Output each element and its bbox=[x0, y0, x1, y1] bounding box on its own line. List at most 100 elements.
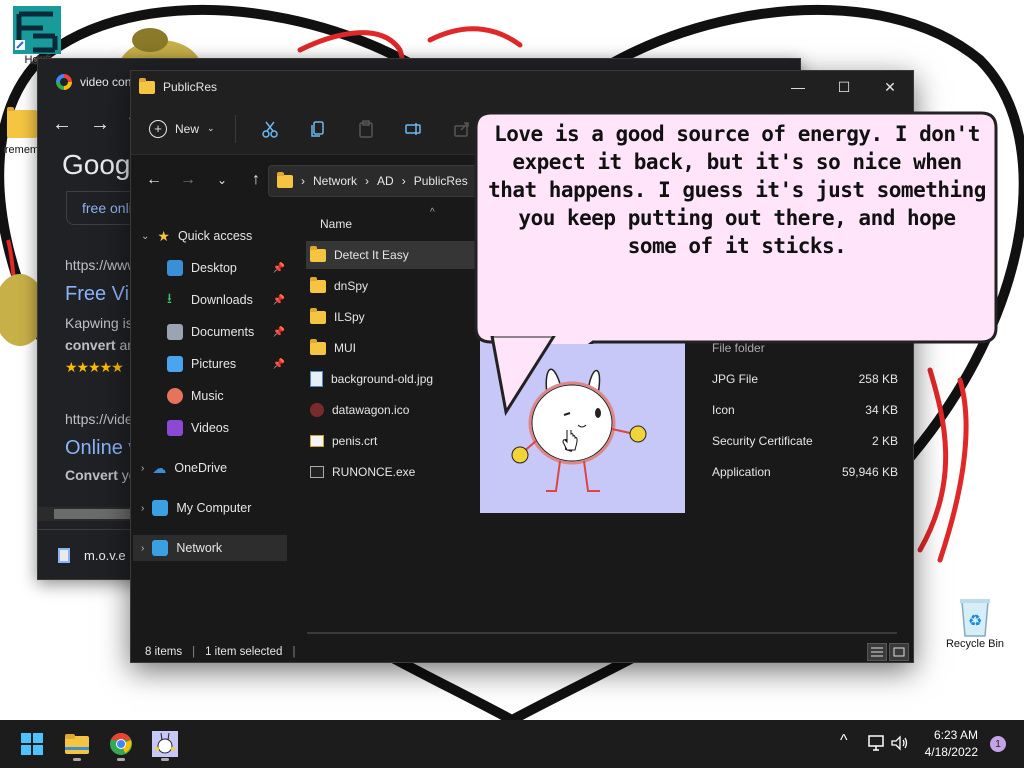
bubble-line: you keep putting out there, and hope bbox=[518, 206, 956, 230]
google-logo: Goog bbox=[62, 149, 131, 180]
breadcrumb-item[interactable]: Network bbox=[313, 174, 357, 188]
breadcrumb-separator: › bbox=[401, 174, 406, 188]
rename-icon[interactable] bbox=[400, 115, 428, 143]
file-row[interactable]: Detect It Easy bbox=[306, 241, 476, 269]
plus-icon: + bbox=[149, 119, 167, 138]
nav-videos[interactable]: Videos bbox=[167, 415, 285, 441]
pane-divider bbox=[307, 632, 897, 634]
taskbar-bunny-app[interactable] bbox=[147, 726, 183, 762]
nav-onedrive[interactable]: › ☁ OneDrive bbox=[141, 455, 281, 481]
bubble-line: Love is a good source of energy. I don't bbox=[494, 122, 980, 146]
taskbar-file-explorer[interactable] bbox=[59, 726, 95, 762]
maximize-icon[interactable]: ☐ bbox=[821, 71, 867, 103]
nav-downloads[interactable]: ⭳ Downloads 📌 bbox=[167, 287, 285, 313]
tiles-view-icon[interactable] bbox=[889, 643, 909, 661]
speech-bubble-tail bbox=[490, 336, 556, 416]
file-row[interactable]: MUI bbox=[306, 334, 476, 362]
search-chip[interactable]: free onli bbox=[66, 191, 136, 225]
result-link[interactable]: Online v bbox=[65, 437, 138, 460]
nav-documents[interactable]: Documents 📌 bbox=[167, 319, 285, 345]
share-icon[interactable] bbox=[448, 115, 476, 143]
volume-icon[interactable] bbox=[891, 735, 909, 751]
cloud-icon: ☁ bbox=[152, 459, 167, 476]
clock-time: 6:23 AM bbox=[933, 728, 978, 742]
running-indicator bbox=[73, 758, 81, 761]
status-divider: | bbox=[292, 646, 296, 658]
back-arrow-icon[interactable]: ← bbox=[52, 113, 72, 136]
file-row[interactable]: dnSpy bbox=[306, 272, 476, 300]
start-button[interactable] bbox=[14, 726, 50, 762]
desktop-icon-howf[interactable]: Howf bbox=[8, 6, 66, 66]
chevron-down-icon[interactable]: ⌄ bbox=[211, 173, 233, 187]
column-header-name[interactable]: Name bbox=[320, 217, 352, 231]
folder-icon bbox=[65, 734, 89, 754]
up-arrow-icon[interactable]: ↑ bbox=[245, 171, 267, 189]
forward-arrow-icon[interactable]: → bbox=[90, 113, 110, 136]
file-type: Security Certificate bbox=[712, 434, 813, 448]
nav-label: Music bbox=[191, 389, 224, 403]
folder-icon bbox=[7, 107, 37, 138]
result-link[interactable]: Free Vi bbox=[65, 283, 129, 306]
pin-icon: 📌 bbox=[272, 294, 285, 306]
ico-file-icon bbox=[310, 403, 324, 417]
scrollbar-thumb[interactable] bbox=[54, 509, 130, 519]
horizontal-scrollbar[interactable] bbox=[38, 507, 130, 521]
chevron-right-icon[interactable]: › bbox=[141, 503, 144, 514]
window-title: PublicRes bbox=[163, 80, 218, 94]
nav-network[interactable]: › Network bbox=[133, 535, 287, 561]
nav-my-computer[interactable]: › My Computer bbox=[141, 495, 281, 521]
desktop-icon-remem[interactable]: remem bbox=[2, 107, 42, 156]
file-type: Application bbox=[712, 465, 771, 479]
recycle-bin-icon: ♻ bbox=[960, 599, 990, 637]
details-view-icon[interactable] bbox=[867, 643, 887, 661]
new-button[interactable]: + New ⌄ bbox=[149, 119, 215, 138]
file-row[interactable]: ILSpy bbox=[306, 303, 476, 331]
nav-pictures[interactable]: Pictures 📌 bbox=[167, 351, 285, 377]
network-icon[interactable] bbox=[867, 735, 885, 751]
download-item[interactable]: m.o.v.e bbox=[84, 548, 126, 563]
close-icon[interactable]: ✕ bbox=[867, 71, 913, 103]
result-url: https://vide bbox=[65, 411, 133, 427]
copy-icon[interactable] bbox=[304, 115, 332, 143]
file-row[interactable]: background-old.jpg bbox=[306, 365, 476, 393]
system-clock[interactable]: 6:23 AM 4/18/2022 bbox=[925, 727, 978, 761]
back-arrow-icon[interactable]: ← bbox=[143, 171, 165, 189]
nav-label: Videos bbox=[191, 421, 229, 435]
file-name: background-old.jpg bbox=[331, 372, 434, 386]
image-file-icon bbox=[310, 371, 323, 387]
forward-arrow-icon[interactable]: → bbox=[177, 171, 199, 189]
file-row[interactable]: penis.crt bbox=[306, 427, 476, 455]
chevron-down-icon[interactable]: ⌄ bbox=[141, 231, 149, 242]
file-row[interactable]: RUNONCE.exe bbox=[306, 458, 476, 486]
paste-icon[interactable] bbox=[352, 115, 380, 143]
chevron-right-icon[interactable]: › bbox=[141, 543, 144, 554]
breadcrumb-separator: › bbox=[301, 174, 305, 188]
cut-icon[interactable] bbox=[256, 115, 284, 143]
notification-badge[interactable]: 1 bbox=[990, 736, 1006, 752]
file-icon bbox=[58, 548, 70, 563]
breadcrumb-item[interactable]: AD bbox=[377, 174, 394, 188]
address-bar[interactable]: › Network › AD › PublicRes bbox=[268, 165, 478, 197]
chevron-up-icon[interactable]: ^ bbox=[840, 732, 848, 750]
nav-music[interactable]: Music bbox=[167, 383, 285, 409]
nav-desktop[interactable]: Desktop 📌 bbox=[167, 255, 285, 281]
pictures-icon bbox=[167, 356, 183, 372]
nav-label: Documents bbox=[191, 325, 255, 339]
taskbar-chrome[interactable] bbox=[103, 726, 139, 762]
exe-file-icon bbox=[310, 466, 324, 478]
nav-quick-access[interactable]: ⌄ ★ Quick access bbox=[141, 223, 281, 249]
pin-icon: 📌 bbox=[272, 358, 285, 370]
nav-label: OneDrive bbox=[174, 461, 228, 475]
chrome-tab-title: video con bbox=[80, 75, 132, 89]
file-row[interactable]: datawagon.ico bbox=[306, 396, 476, 424]
snippet-bold-text: convert bbox=[65, 337, 116, 353]
desktop-icon-recycle-bin[interactable]: ♻ Recycle Bin bbox=[942, 596, 1008, 650]
chevron-right-icon[interactable]: › bbox=[141, 463, 144, 474]
network-icon bbox=[152, 540, 169, 556]
bunny-app-icon bbox=[152, 731, 178, 757]
minimize-icon[interactable]: — bbox=[775, 71, 821, 103]
windows-logo-icon bbox=[21, 733, 43, 755]
nav-label: Downloads bbox=[191, 293, 253, 307]
file-type: Icon bbox=[712, 403, 735, 417]
breadcrumb-item[interactable]: PublicRes bbox=[414, 174, 468, 188]
